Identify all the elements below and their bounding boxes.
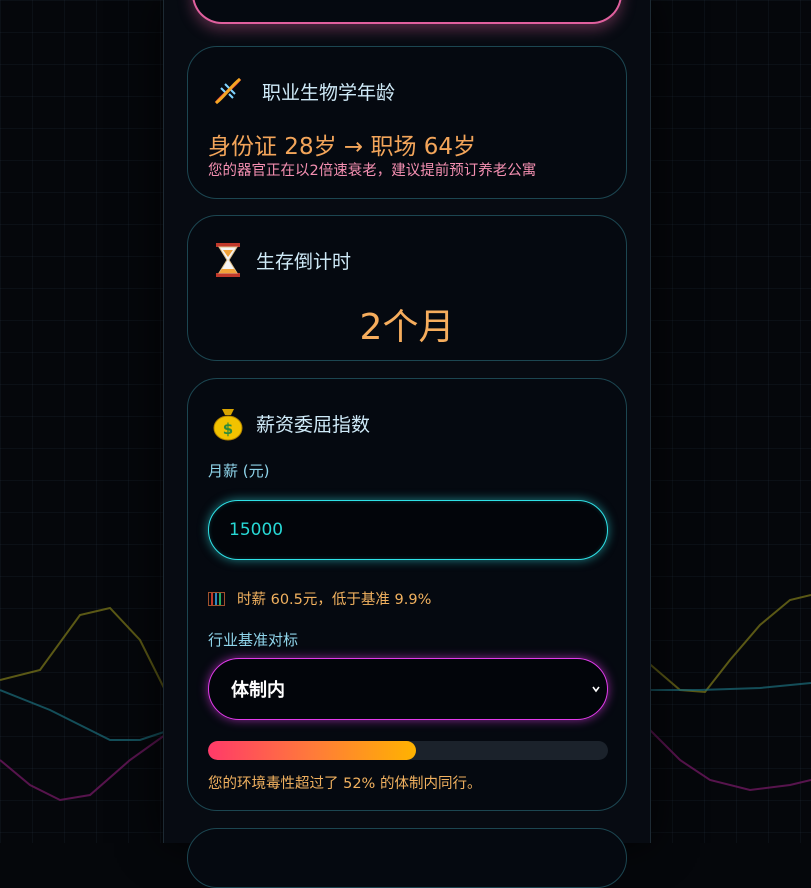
benchmark-selected-value: 体制内 (231, 680, 285, 701)
countdown-header: 生存倒计时 (208, 240, 351, 280)
abacus-icon (208, 591, 225, 606)
bio-age-note: 您的器官正在以2倍速衰老，建议提前预订养老公寓 (208, 163, 537, 179)
monthly-salary-label: 月薪 (元) (208, 462, 270, 480)
countdown-value: 2个月 (359, 307, 455, 348)
next-card (187, 828, 627, 888)
bio-age-title: 职业生物学年龄 (262, 81, 396, 104)
main-panel: 职业生物学年龄 身份证 28岁 → 职场 64岁 您的器官正在以2倍速衰老，建议… (163, 0, 651, 888)
previous-card (192, 0, 622, 24)
bio-age-header: 职业生物学年龄 (208, 71, 395, 111)
countdown-title: 生存倒计时 (256, 250, 352, 273)
salary-title: 薪资委屈指数 (256, 413, 371, 436)
bio-age-card: 职业生物学年龄 身份证 28岁 → 职场 64岁 您的器官正在以2倍速衰老，建议… (187, 46, 627, 199)
countdown-card: 生存倒计时 2个月 (187, 215, 627, 361)
svg-text:$: $ (223, 420, 233, 438)
benchmark-select[interactable]: 体制内 (208, 658, 608, 720)
toxicity-progress-bar (208, 741, 608, 760)
salary-card: $ 薪资委屈指数 月薪 (元) 时薪 60.5元，低于基准 9.9% 行业基准对… (187, 378, 627, 811)
chevron-down-icon (592, 686, 600, 693)
bio-age-headline: 身份证 28岁 → 职场 64岁 (208, 134, 477, 160)
money-bag-icon: $ (208, 403, 248, 443)
benchmark-label: 行业基准对标 (208, 631, 299, 649)
salary-header: $ 薪资委屈指数 (208, 403, 370, 443)
hourly-wage-text: 时薪 60.5元，低于基准 9.9% (237, 592, 432, 608)
hourly-wage-info: 时薪 60.5元，低于基准 9.9% (208, 588, 431, 609)
monthly-salary-input[interactable] (208, 500, 608, 560)
dna-icon (208, 71, 248, 111)
hourglass-icon (208, 240, 248, 280)
toxicity-text: 您的环境毒性超过了 52% 的体制内同行。 (208, 776, 482, 792)
toxicity-progress-fill (208, 741, 416, 760)
